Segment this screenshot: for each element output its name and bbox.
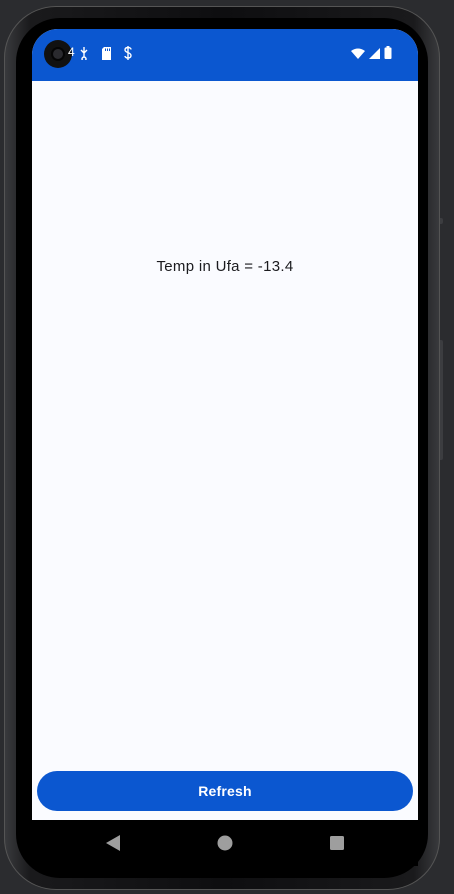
wifi-icon <box>351 46 365 64</box>
clock-partial: 4 <box>68 45 75 59</box>
sd-card-icon <box>100 46 112 60</box>
cell-signal-icon <box>369 46 380 64</box>
main-content: Temp in Ufa = -13.4 Refresh <box>32 81 418 820</box>
dollar-notification-icon <box>122 46 134 60</box>
status-bar: 4 <box>32 29 418 81</box>
status-left-icons: 4 <box>68 45 134 60</box>
navigation-bar <box>32 820 418 866</box>
home-icon[interactable] <box>216 834 234 852</box>
screen: 4 Temp in Ufa = -13.4 Refresh <box>32 29 418 820</box>
temperature-label: Temp in Ufa = -13.4 <box>156 258 294 275</box>
device-frame: 4 Temp in Ufa = -13.4 Refresh <box>0 0 454 894</box>
refresh-button[interactable]: Refresh <box>37 771 413 811</box>
usb-debug-icon <box>78 46 90 60</box>
power-button <box>440 218 443 224</box>
recents-icon[interactable] <box>328 834 346 852</box>
back-icon[interactable] <box>104 834 122 852</box>
volume-button <box>440 340 443 460</box>
battery-icon <box>384 46 392 64</box>
status-right-icons <box>351 46 392 64</box>
